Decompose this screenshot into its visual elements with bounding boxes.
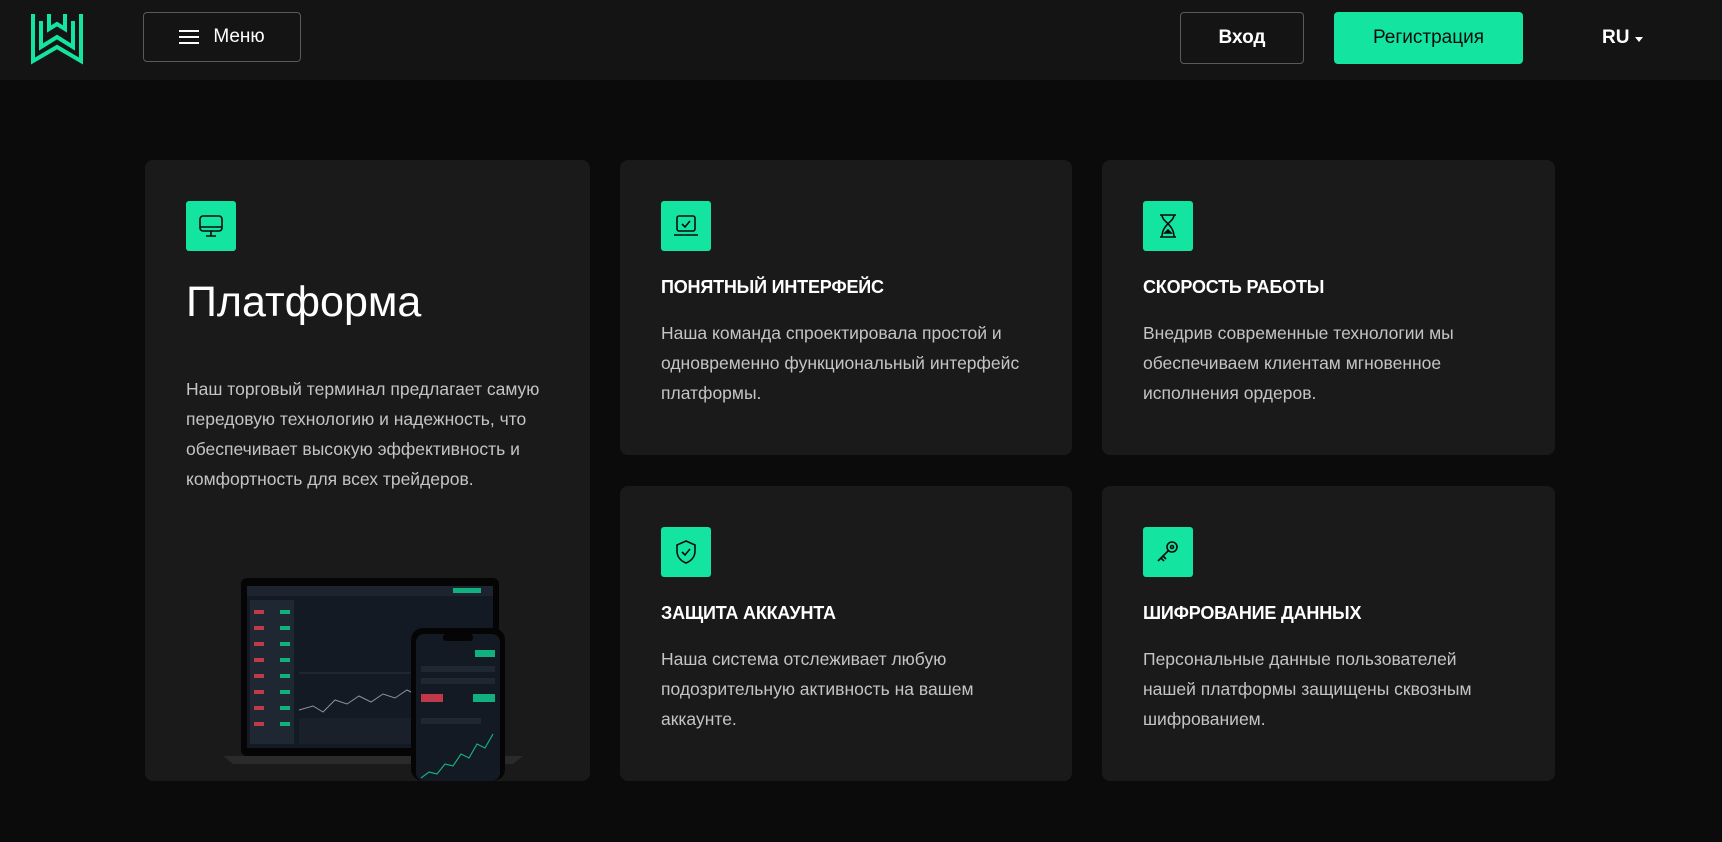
logo-icon [31, 14, 83, 65]
shield-check-icon [661, 527, 711, 577]
monitor-icon [186, 201, 236, 251]
platform-description: Наш торговый терминал предлагает самую п… [186, 379, 540, 489]
feature-title: ШИФРОВАНИЕ ДАННЫХ [1143, 603, 1362, 623]
feature-card-encryption: ШИФРОВАНИЕ ДАННЫХ Персональные данные по… [1102, 486, 1555, 781]
feature-description: Наша команда спроектировала простой и од… [661, 323, 1020, 403]
menu-button[interactable]: Меню [143, 12, 301, 62]
feature-title: ПОНЯТНЫЙ ИНТЕРФЕЙС [661, 277, 884, 297]
brand-logo[interactable] [30, 11, 84, 65]
login-button[interactable]: Вход [1180, 12, 1304, 64]
platform-title: Платформа [186, 278, 422, 326]
feature-description: Наша система отслеживает любую подозрите… [661, 649, 974, 729]
feature-description: Внедрив современные технологии мы обеспе… [1143, 323, 1454, 403]
caret-down-icon [1635, 36, 1644, 42]
language-label: RU [1602, 27, 1630, 48]
laptop-check-icon [661, 201, 711, 251]
feature-description: Персональные данные пользователей нашей … [1143, 649, 1472, 729]
language-selector[interactable]: RU [1602, 24, 1644, 52]
feature-title: СКОРОСТЬ РАБОТЫ [1143, 277, 1325, 297]
feature-title: ЗАЩИТА АККАУНТА [661, 603, 836, 623]
menu-button-label: Меню [213, 26, 265, 47]
hamburger-icon [179, 30, 200, 44]
hourglass-icon [1143, 201, 1193, 251]
register-button[interactable]: Регистрация [1334, 12, 1523, 64]
site-header: Меню Вход Регистрация RU [0, 0, 1722, 80]
devices-illustration [223, 578, 523, 781]
key-icon [1143, 527, 1193, 577]
platform-card: Платформа Наш торговый терминал предлага… [145, 160, 590, 781]
feature-card-speed: СКОРОСТЬ РАБОТЫ Внедрив современные техн… [1102, 160, 1555, 455]
feature-card-interface: ПОНЯТНЫЙ ИНТЕРФЕЙС Наша команда спроекти… [620, 160, 1072, 455]
feature-card-security: ЗАЩИТА АККАУНТА Наша система отслеживает… [620, 486, 1072, 781]
